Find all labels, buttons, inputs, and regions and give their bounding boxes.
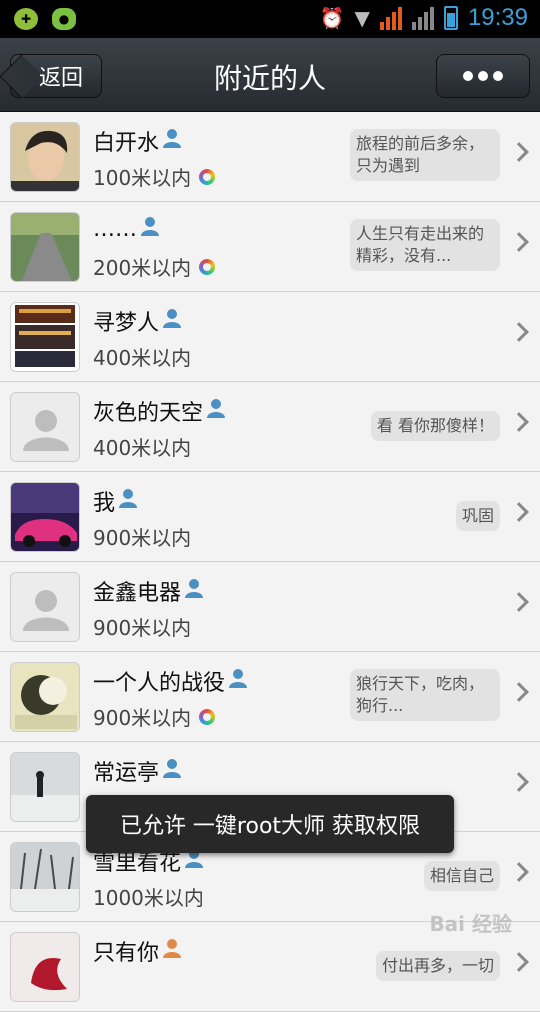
- distance-text: 100米以内: [93, 166, 192, 190]
- distance-text: 900米以内: [93, 526, 192, 550]
- chevron-right-icon: [509, 862, 529, 882]
- nearby-people-list: 白开水 100米以内 旅程的前后多余，只为遇到 …… 200米以内 人生只有走出来的精彩，…: [0, 112, 540, 1012]
- avatar: [10, 212, 80, 282]
- avatar: [10, 122, 80, 192]
- chevron-right-icon: [509, 682, 529, 702]
- signal-icon: [379, 6, 402, 30]
- list-item[interactable]: 金鑫电器 900米以内: [0, 562, 540, 652]
- wechat-notification-icon: ●: [52, 8, 76, 30]
- male-icon: [205, 397, 227, 425]
- distance-text: 900米以内: [93, 706, 192, 730]
- watermark: Bai 经验: [429, 912, 512, 936]
- status-bubble: 巩固: [455, 501, 500, 531]
- male-icon: [161, 127, 183, 155]
- person-name: 金鑫电器: [93, 581, 182, 606]
- list-item[interactable]: 灰色的天空 400米以内 看 看你那傻样！: [0, 382, 540, 472]
- nav-bar: 返回 附近的人: [0, 38, 540, 112]
- distance-row: 900米以内: [93, 612, 191, 641]
- person-name: 常运亭: [93, 761, 160, 786]
- distance-text: 1000米以内: [93, 886, 204, 910]
- clock: 19:39: [467, 4, 528, 31]
- person-name: 白开水: [93, 131, 160, 156]
- wifi-icon: ▼: [354, 6, 370, 30]
- moments-icon: [199, 168, 216, 185]
- person-name-row: ……: [93, 215, 161, 243]
- chevron-right-icon: [509, 322, 529, 342]
- more-dots-icon: [463, 71, 473, 81]
- distance-text: 900米以内: [93, 616, 192, 640]
- person-name-row: 寻梦人: [93, 305, 183, 337]
- list-item[interactable]: 寻梦人 400米以内: [0, 292, 540, 382]
- chevron-right-icon: [509, 772, 529, 792]
- avatar: [10, 482, 80, 552]
- app-notification-icon: ✚: [14, 8, 38, 30]
- person-name: 寻梦人: [93, 311, 160, 336]
- distance-row: 1000米以内: [93, 882, 204, 911]
- status-bubble: 狼行天下，吃肉，狗行...: [350, 669, 500, 721]
- avatar: [10, 842, 80, 912]
- person-name-row: 常运亭: [93, 755, 183, 787]
- male-icon: [161, 757, 183, 785]
- person-name-row: 金鑫电器: [93, 575, 205, 607]
- distance-row: 100米以内: [93, 162, 216, 191]
- distance-row: 400米以内: [93, 342, 191, 371]
- status-bar: ✚ ● ⏰ ▼ 19:39: [0, 0, 540, 38]
- chevron-right-icon: [509, 952, 529, 972]
- male-icon: [227, 667, 249, 695]
- distance-text: 200米以内: [93, 256, 192, 280]
- male-icon: [183, 577, 205, 605]
- more-button[interactable]: [436, 54, 530, 98]
- battery-icon: [443, 6, 458, 30]
- distance-row: 900米以内: [93, 702, 216, 731]
- signal-icon-2: [411, 6, 434, 30]
- male-icon: [139, 215, 161, 243]
- person-name: 只有你: [93, 941, 160, 966]
- status-bubble: 看 看你那傻样！: [370, 411, 500, 441]
- status-bubble: 相信自己: [423, 861, 500, 891]
- list-item[interactable]: 一个人的战役 900米以内 狼行天下，吃肉，狗行...: [0, 652, 540, 742]
- distance-row: 900米以内: [93, 522, 191, 551]
- toast-message: 已允许 一键root大师 获取权限: [86, 795, 454, 853]
- avatar: [10, 392, 80, 462]
- list-item[interactable]: …… 200米以内 人生只有走出来的精彩，没有...: [0, 202, 540, 292]
- male-icon: [117, 487, 139, 515]
- chevron-right-icon: [509, 412, 529, 432]
- person-name-row: 白开水: [93, 125, 183, 157]
- status-bubble: 旅程的前后多余，只为遇到: [350, 129, 500, 181]
- chevron-right-icon: [509, 502, 529, 522]
- moments-icon: [199, 708, 216, 725]
- avatar: [10, 932, 80, 1002]
- female-icon: [161, 937, 183, 965]
- person-name-row: 一个人的战役: [93, 665, 249, 697]
- person-name: 我: [93, 491, 116, 516]
- person-name-row: 我: [93, 485, 139, 517]
- avatar: [10, 752, 80, 822]
- moments-icon: [199, 258, 216, 275]
- distance-text: 400米以内: [93, 346, 192, 370]
- distance-row: 400米以内: [93, 432, 191, 461]
- person-name-row: 灰色的天空: [93, 395, 227, 427]
- status-bubble: 人生只有走出来的精彩，没有...: [350, 219, 500, 271]
- chevron-right-icon: [509, 232, 529, 252]
- chevron-right-icon: [509, 592, 529, 612]
- person-name: 灰色的天空: [93, 401, 204, 426]
- male-icon: [161, 307, 183, 335]
- person-name: ……: [93, 216, 137, 242]
- chevron-right-icon: [509, 142, 529, 162]
- avatar: [10, 662, 80, 732]
- status-bubble: 付出再多，一切: [375, 951, 500, 981]
- avatar: [10, 302, 80, 372]
- list-item[interactable]: 我 900米以内 巩固: [0, 472, 540, 562]
- person-name: 一个人的战役: [93, 671, 226, 696]
- distance-row: 200米以内: [93, 252, 216, 281]
- person-name-row: 只有你: [93, 935, 183, 967]
- distance-text: 400米以内: [93, 436, 192, 460]
- avatar: [10, 572, 80, 642]
- list-item[interactable]: 白开水 100米以内 旅程的前后多余，只为遇到: [0, 112, 540, 202]
- alarm-icon: ⏰: [319, 6, 345, 30]
